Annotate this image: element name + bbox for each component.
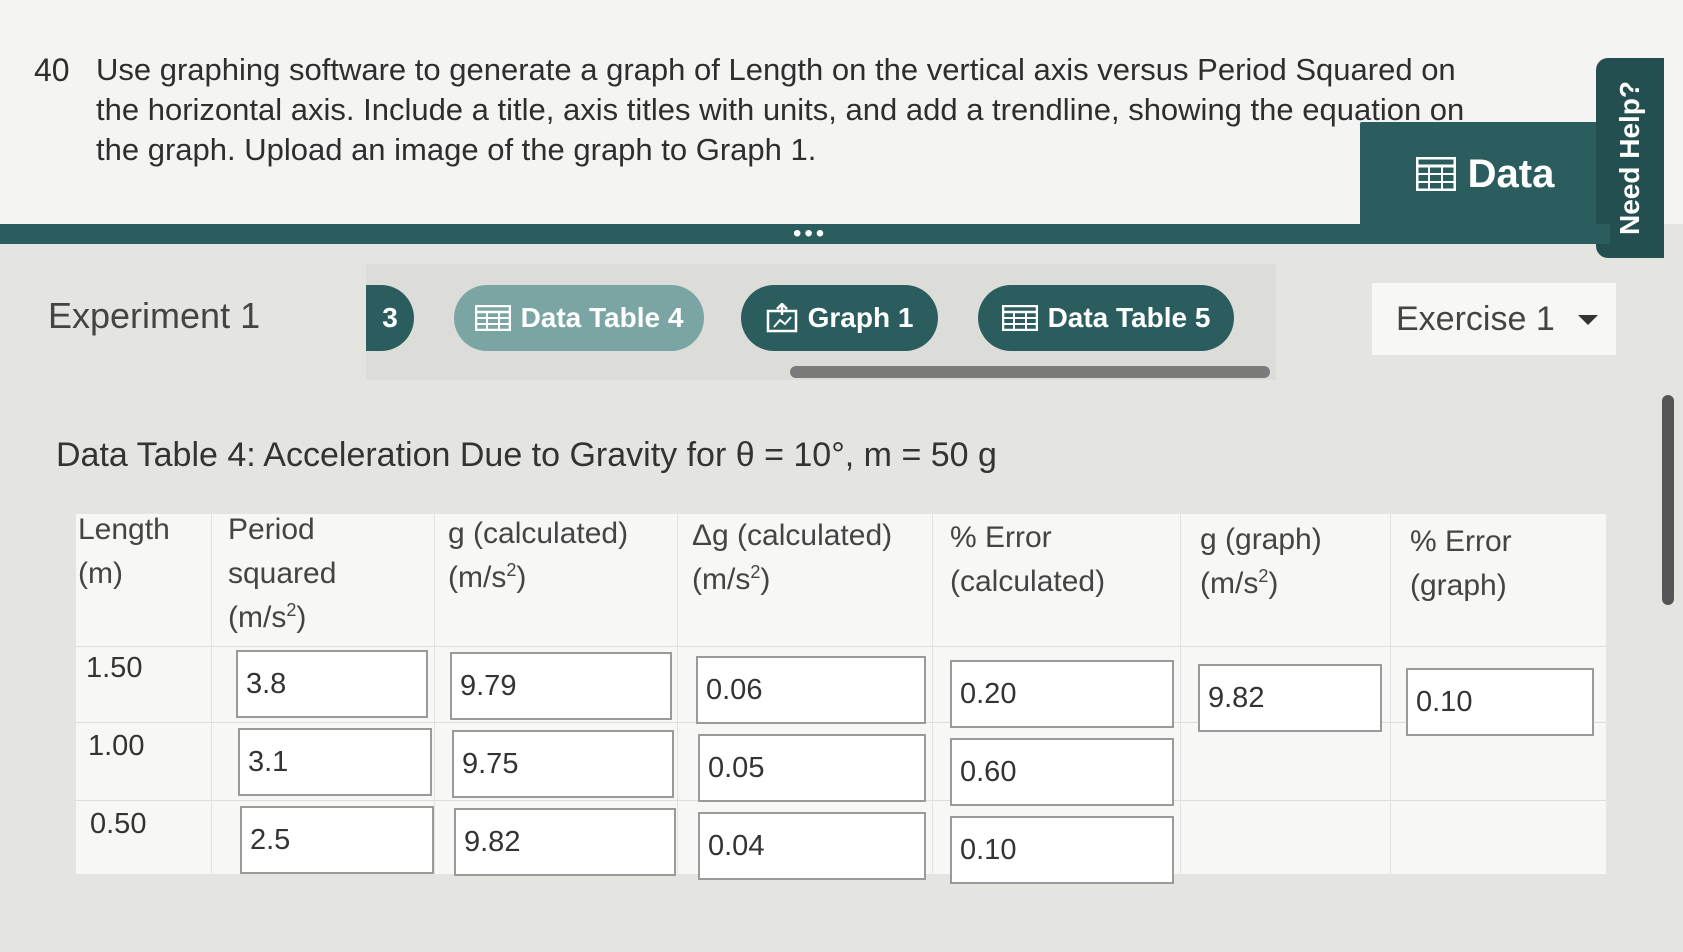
table-title: Data Table 4: Acceleration Due to Gravit… (56, 436, 997, 474)
header-g-graph-line1: g (graph) (1200, 523, 1322, 556)
chevron-down-icon (1578, 315, 1598, 325)
header-delta-g-calculated: Δg (calculated) (m/s2) (692, 514, 892, 602)
header-period-line1: Period (228, 513, 315, 546)
row-1-g-calculated-input[interactable]: 9.79 (450, 652, 672, 720)
row-1-g-graph-input[interactable]: 9.82 (1198, 664, 1382, 732)
row-2-delta-g-input[interactable]: 0.05 (698, 734, 926, 802)
row-3-period-squared-input[interactable]: 2.5 (240, 806, 434, 874)
column-divider (1180, 514, 1181, 874)
data-tab-label: Data (1467, 151, 1555, 196)
header-g-calc-line1: g (calculated) (448, 517, 629, 550)
table-grid-icon (474, 305, 511, 331)
header-g-graph-line2: (m/s2) (1200, 566, 1279, 600)
table-grid-icon (1001, 305, 1038, 331)
header-err-calc-line2: (calculated) (950, 565, 1106, 598)
question-text: Use graphing software to generate a grap… (96, 52, 1465, 167)
question-number: 40 (34, 52, 70, 88)
tab-graph-1[interactable]: Graph 1 (741, 285, 938, 351)
row-3-length: 0.50 (90, 808, 147, 840)
tab-data-table-5[interactable]: Data Table 5 (978, 285, 1234, 351)
column-divider (932, 514, 933, 874)
row-3-error-calculated-input[interactable]: 0.10 (950, 816, 1174, 884)
tabs-scrollbar[interactable] (790, 366, 1270, 378)
header-g-calc-line2: (m/s2) (448, 560, 527, 594)
row-2-length: 1.00 (88, 730, 145, 762)
column-divider (211, 514, 212, 874)
header-length-line1: Length (78, 513, 170, 546)
row-1-error-graph-input[interactable]: 0.10 (1406, 668, 1594, 736)
table-grid-icon (1415, 157, 1456, 191)
header-err-graph-line2: (graph) (1410, 569, 1507, 602)
row-1-error-calculated-input[interactable]: 0.20 (950, 660, 1174, 728)
row-3-g-calculated-input[interactable]: 9.82 (454, 808, 676, 876)
tab-3-label: 3 (382, 302, 398, 333)
column-divider (434, 514, 435, 874)
tab-data-table-5-label: Data Table 5 (1047, 302, 1211, 333)
row-1-length: 1.50 (86, 652, 143, 684)
row-3-delta-g-input[interactable]: 0.04 (698, 812, 926, 880)
data-tab-button[interactable]: Data (1360, 122, 1610, 226)
row-2-period-squared-input[interactable]: 3.1 (238, 728, 432, 796)
exercise-dropdown[interactable]: Exercise 1 (1372, 283, 1616, 355)
tab-data-table-4[interactable]: Data Table 4 (454, 285, 704, 351)
header-length: Length (m) (78, 508, 170, 596)
need-help-label: Need Help? (1614, 80, 1645, 236)
column-divider (677, 514, 678, 874)
header-err-calc-line1: % Error (950, 521, 1052, 554)
header-length-line2: (m) (78, 557, 123, 590)
page: 40 Use graphing software to generate a g… (0, 0, 1683, 952)
header-period-line2: squared (228, 557, 337, 590)
header-error-calculated: % Error (calculated) (950, 516, 1105, 604)
tab-data-table-4-label: Data Table 4 (520, 302, 684, 333)
row-2-g-calculated-input[interactable]: 9.75 (452, 730, 674, 798)
row-divider (76, 646, 1606, 647)
header-error-graph: % Error (graph) (1410, 520, 1512, 608)
header-err-graph-line1: % Error (1410, 525, 1512, 558)
column-divider (1390, 514, 1391, 874)
header-period-squared: Period squared (m/s2) (228, 508, 336, 640)
header-dg-calc-line2: (m/s2) (692, 562, 771, 596)
experiment-title: Experiment 1 (48, 295, 261, 336)
header-g-calculated: g (calculated) (m/s2) (448, 512, 628, 600)
header-dg-calc-line1: Δg (calculated) (692, 519, 893, 552)
row-1-period-squared-input[interactable]: 3.8 (236, 650, 428, 718)
header-period-line3: (m/s2) (228, 600, 307, 634)
row-2-error-calculated-input[interactable]: 0.60 (950, 738, 1174, 806)
row-1-delta-g-input[interactable]: 0.06 (696, 656, 926, 724)
tab-graph-1-label: Graph 1 (807, 302, 914, 333)
more-options-icon[interactable]: ••• (793, 222, 827, 246)
exercise-dropdown-value: Exercise 1 (1396, 299, 1555, 338)
upload-icon (766, 303, 797, 333)
header-g-graph: g (graph) (m/s2) (1200, 518, 1322, 606)
page-scrollbar[interactable] (1662, 395, 1674, 605)
